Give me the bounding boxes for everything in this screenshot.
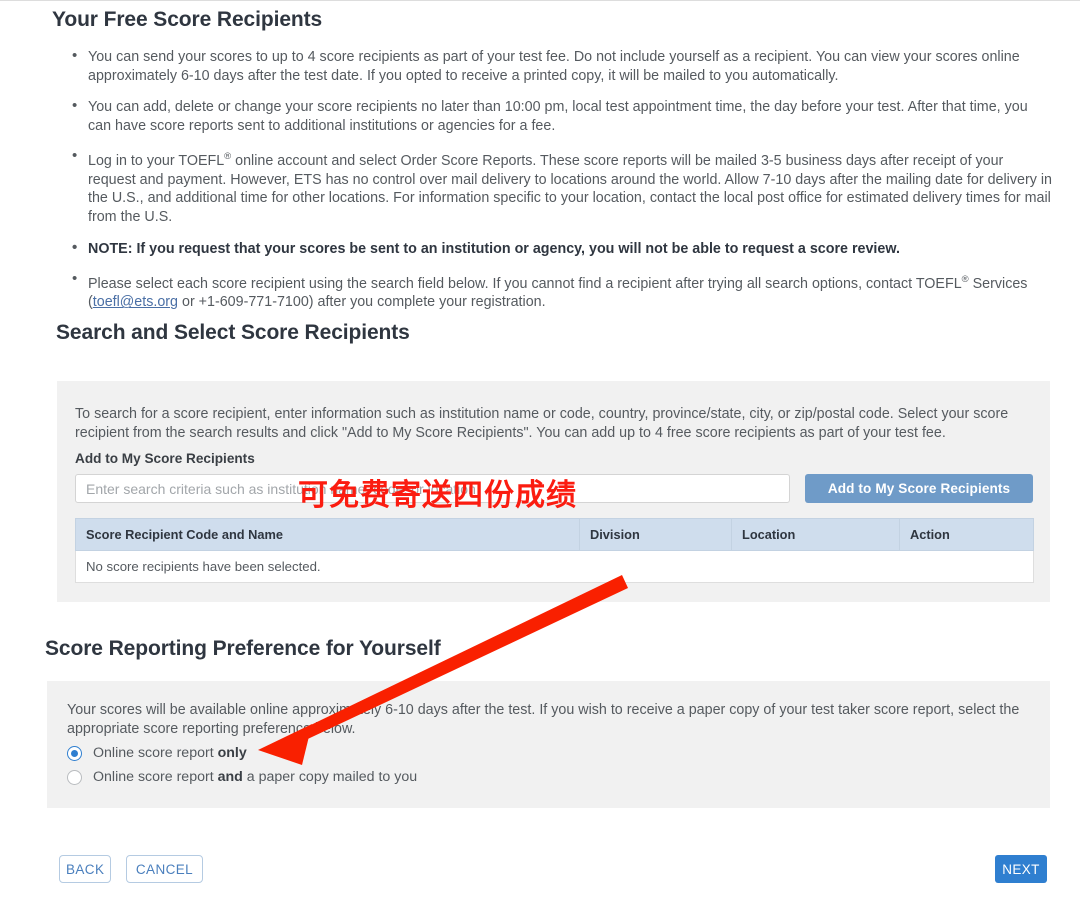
table-header-code-name[interactable]: Score Recipient Code and Name — [75, 518, 580, 551]
radio-button-online-and-paper[interactable] — [67, 769, 82, 785]
label-emphasis: only — [217, 745, 247, 761]
note-emphasis: not — [645, 240, 668, 257]
search-field-label: Add to My Score Recipients — [75, 451, 255, 466]
page-title-search-select: Search and Select Score Recipients — [56, 321, 410, 344]
label-prefix: Online score report — [93, 769, 218, 785]
list-item-note: NOTE: If you request that your scores be… — [68, 239, 1053, 259]
score-reporting-preference-panel: Your scores will be available online app… — [47, 681, 1050, 808]
bullet-text-post: or +1-609-771-7100) after you complete y… — [178, 294, 546, 311]
table-header-division[interactable]: Division — [579, 518, 732, 551]
page-title-score-reporting-preference: Score Reporting Preference for Yourself — [45, 637, 441, 660]
preference-panel-description: Your scores will be available online app… — [67, 702, 1020, 737]
label-prefix: Online score report — [93, 745, 218, 761]
note-suffix: be able to request a score review. — [667, 240, 900, 257]
page-title-free-recipients: Your Free Score Recipients — [52, 8, 323, 31]
search-recipients-panel: To search for a score recipient, enter i… — [57, 381, 1050, 602]
search-input[interactable] — [75, 474, 790, 503]
search-panel-description: To search for a score recipient, enter i… — [75, 406, 1009, 441]
table-header-row: Score Recipient Code and Name Division L… — [75, 518, 1034, 551]
table-row-empty: No score recipients have been selected. — [75, 550, 1034, 583]
list-item: You can send your scores to up to 4 scor… — [68, 47, 1053, 85]
preference-option-online-only[interactable]: Online score report only — [67, 745, 247, 761]
top-divider — [0, 0, 1080, 1]
preference-option-label: Online score report and a paper copy mai… — [93, 769, 417, 785]
table-header-action[interactable]: Action — [899, 518, 1034, 551]
label-suffix: a paper copy mailed to you — [242, 769, 418, 785]
bullet-text-pre: Please select each score recipient using… — [88, 275, 962, 292]
table-empty-message: No score recipients have been selected. — [75, 550, 1034, 583]
table-header-location[interactable]: Location — [731, 518, 900, 551]
back-button[interactable]: BACK — [59, 855, 111, 883]
preference-option-online-and-paper[interactable]: Online score report and a paper copy mai… — [67, 769, 417, 785]
note-prefix: NOTE: If you request that your scores be… — [88, 240, 646, 257]
list-item: Log in to your TOEFL® online account and… — [68, 147, 1053, 226]
registered-trademark-icon: ® — [961, 274, 969, 286]
bullet-text-pre: Log in to your TOEFL — [88, 153, 225, 170]
list-item: You can add, delete or change your score… — [68, 97, 1053, 135]
label-emphasis: and — [217, 769, 243, 785]
preference-option-label: Online score report only — [93, 745, 247, 761]
score-recipients-table: Score Recipient Code and Name Division L… — [75, 518, 1034, 583]
add-to-my-score-recipients-button[interactable]: Add to My Score Recipients — [805, 474, 1033, 503]
free-recipients-bullet-list: You can send your scores to up to 4 scor… — [68, 47, 1053, 325]
next-button[interactable]: NEXT — [995, 855, 1047, 883]
cancel-button[interactable]: CANCEL — [126, 855, 203, 883]
list-item: Please select each score recipient using… — [68, 270, 1053, 312]
toefl-email-link[interactable]: toefl@ets.org — [93, 294, 178, 310]
bullet-text-post: online account and select Order Score Re… — [88, 153, 1052, 225]
radio-button-online-only[interactable] — [67, 745, 82, 761]
